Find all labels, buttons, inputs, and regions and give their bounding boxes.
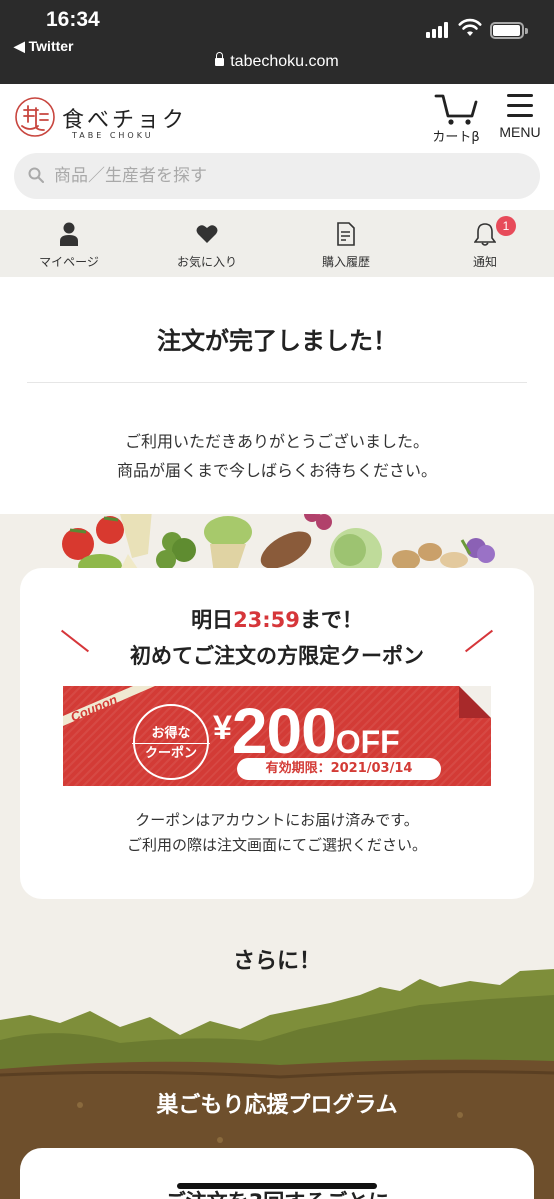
cart-button[interactable]: カートβ xyxy=(426,92,486,145)
ticket-corner-fold xyxy=(459,686,491,718)
page-title: 注文が完了しました！ xyxy=(157,327,397,355)
coupon-card: 明日23:59まで！ 初めてご注文の方限定クーポン Coupon お得な クーポ… xyxy=(20,568,534,899)
coupon-expiry: 有効期限：2021/03/14 xyxy=(237,758,441,780)
lock-icon xyxy=(215,52,225,66)
status-bar: 16:34 ◀ Twitter tabechoku.com xyxy=(0,0,554,84)
nav-label-favorites: お気に入り xyxy=(176,255,237,269)
deadline-prefix: 明日 xyxy=(191,608,234,632)
coupon-amount: ¥200OFF xyxy=(213,694,400,768)
search-icon xyxy=(28,167,44,183)
bell-icon xyxy=(474,223,496,246)
coupon-value: 200 xyxy=(231,695,337,767)
search-bar[interactable] xyxy=(14,153,540,199)
logo-mark-icon[interactable] xyxy=(14,96,56,138)
nav-item-mypage[interactable]: マイページ xyxy=(0,210,138,277)
account-nav: マイページ お気に入り 購入履歴 1 通知 xyxy=(0,210,554,277)
thanks-line-1: ご利用いただきありがとうございました。 xyxy=(124,432,429,451)
home-indicator[interactable] xyxy=(177,1183,377,1189)
cart-label: カートβ xyxy=(432,130,480,145)
deadline-time: 23:59 xyxy=(233,608,300,632)
logo-text[interactable]: 食べチョク xyxy=(62,102,187,134)
site-header: 食べチョク TABE CHOKU カートβ MENU xyxy=(0,84,554,210)
url-text: tabechoku.com xyxy=(230,53,339,70)
off-label: OFF xyxy=(335,724,400,760)
url-bar[interactable]: tabechoku.com xyxy=(0,52,554,71)
nav-item-history[interactable]: 購入履歴 xyxy=(277,210,415,277)
signal-icon xyxy=(426,22,452,38)
cart-icon xyxy=(434,94,478,125)
menu-button[interactable]: MENU xyxy=(494,94,546,140)
yen-sign: ¥ xyxy=(213,709,232,747)
heart-icon xyxy=(196,225,218,243)
deadline-suffix: まで！ xyxy=(299,608,363,632)
coupon-deadline: 明日23:59まで！ xyxy=(20,604,534,634)
coupon-note: クーポンはアカウントにお届け済みです。 ご利用の際は注文画面にてご選択ください。 xyxy=(20,808,534,858)
hamburger-icon xyxy=(494,94,546,117)
nav-label-history: 購入履歴 xyxy=(321,255,370,269)
nav-label-notifications: 通知 xyxy=(472,255,497,269)
stamp-line-1: お得な xyxy=(151,726,191,741)
coupon-note-line-1: クーポンはアカウントにお届け済みです。 xyxy=(135,811,419,829)
receipt-icon xyxy=(337,222,355,246)
stamp-line-2: クーポン xyxy=(144,746,197,761)
status-time: 16:34 xyxy=(46,8,100,31)
coupon-ticket: Coupon お得な クーポン ¥200OFF 有効期限：2021/03/14 xyxy=(63,686,491,786)
program-card: ご注文を3回するごとに xyxy=(20,1148,534,1199)
menu-label: MENU xyxy=(499,124,541,140)
thanks-message: ご利用いただきありがとうございました。 商品が届くまで今しばらくお待ちください。 xyxy=(0,427,554,485)
logo-subtext: TABE CHOKU xyxy=(72,131,154,140)
nav-item-favorites[interactable]: お気に入り xyxy=(138,210,276,277)
coupon-title: 初めてご注文の方限定クーポン xyxy=(130,644,424,668)
coupon-note-line-2: ご利用の際は注文画面にてご選択ください。 xyxy=(126,836,427,854)
order-complete-section: 注文が完了しました！ ご利用いただきありがとうございました。 商品が届くまで今し… xyxy=(0,277,554,514)
program-title: 巣ごもり応援プログラム xyxy=(156,1093,398,1118)
nav-item-notifications[interactable]: 1 通知 xyxy=(416,210,554,277)
divider xyxy=(27,382,527,383)
nav-label-mypage: マイページ xyxy=(39,255,99,269)
thanks-line-2: 商品が届くまで今しばらくお待ちください。 xyxy=(116,461,437,480)
ribbon-text: Coupon xyxy=(68,692,119,725)
battery-icon xyxy=(490,22,528,39)
person-icon xyxy=(60,222,78,246)
deal-stamp: お得な クーポン xyxy=(132,704,210,780)
notification-badge: 1 xyxy=(496,216,516,236)
search-input[interactable] xyxy=(54,153,524,199)
wifi-icon xyxy=(458,18,482,36)
